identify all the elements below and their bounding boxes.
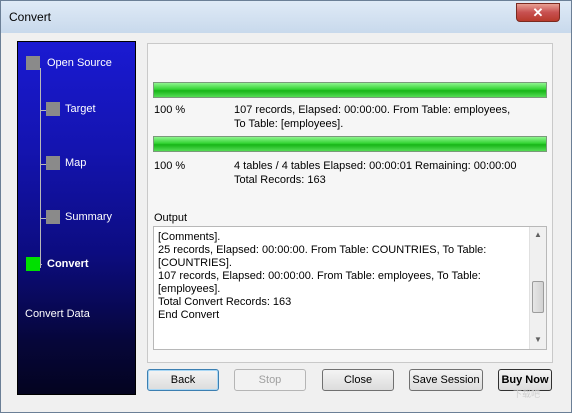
table-progress-detail-target: To Table: [employees]. — [234, 118, 344, 130]
overall-progress-detail: 4 tables / 4 tables Elapsed: 00:00:01 Re… — [234, 160, 517, 172]
step-map-label: Map — [65, 157, 87, 169]
scroll-up-icon[interactable]: ▲ — [530, 228, 546, 242]
output-line: End Convert — [158, 309, 220, 321]
output-line: [employees]. — [158, 283, 221, 295]
step-target-marker — [46, 102, 60, 116]
step-summary-label: Summary — [65, 211, 113, 223]
output-label: Output — [154, 212, 188, 224]
tree-connector-branch — [40, 264, 42, 265]
scroll-thumb[interactable] — [532, 281, 544, 313]
output-line: 25 records, Elapsed: 00:00:00. From Tabl… — [158, 244, 487, 256]
scroll-down-icon[interactable]: ▼ — [530, 333, 546, 347]
title-bar[interactable]: Convert ✕ — [1, 1, 571, 33]
overall-progress-percent: 100 % — [154, 160, 186, 172]
step-open-source-label: Open Source — [47, 57, 112, 69]
save-session-button[interactable]: Save Session — [409, 369, 483, 391]
output-line: [Comments]. — [158, 231, 221, 243]
output-log[interactable]: [Comments]. 25 records, Elapsed: 00:00:0… — [153, 226, 547, 350]
close-window-button[interactable]: ✕ — [516, 3, 560, 22]
output-line: [COUNTRIES]. — [158, 257, 232, 269]
step-map-marker — [46, 156, 60, 170]
table-progress-detail: 107 records, Elapsed: 00:00:00. From Tab… — [234, 104, 511, 116]
convert-dialog: Convert ✕ Open Source Target Map Summary… — [0, 0, 572, 413]
overall-progress-bar — [153, 136, 547, 152]
step-open-source-marker — [26, 56, 40, 70]
watermark: 下载吧 — [513, 390, 541, 400]
output-scrollbar[interactable]: ▲ ▼ — [529, 227, 546, 349]
output-line: 107 records, Elapsed: 00:00:00. From Tab… — [158, 270, 481, 282]
step-convert-marker — [26, 257, 40, 271]
output-log-text: [Comments]. 25 records, Elapsed: 00:00:0… — [158, 231, 526, 322]
wizard-steps-sidebar: Open Source Target Map Summary Convert C… — [17, 41, 136, 395]
window-title: Convert — [9, 10, 52, 24]
step-summary-marker — [46, 210, 60, 224]
close-button[interactable]: Close — [322, 369, 394, 391]
table-progress-bar — [153, 82, 547, 98]
table-progress-percent: 100 % — [154, 104, 186, 116]
output-line: Total Convert Records: 163 — [158, 296, 292, 308]
step-target-label: Target — [65, 103, 96, 115]
tree-connector-vertical — [40, 68, 41, 268]
overall-total-records: Total Records: 163 — [234, 174, 326, 186]
back-button[interactable]: Back — [147, 369, 219, 391]
conversion-progress-panel: 100 % 107 records, Elapsed: 00:00:00. Fr… — [147, 43, 553, 363]
dialog-client-area: Open Source Target Map Summary Convert C… — [7, 33, 565, 407]
close-icon: ✕ — [532, 5, 544, 20]
step-convert-label: Convert — [47, 258, 89, 270]
stop-button[interactable]: Stop — [234, 369, 306, 391]
sidebar-footer-label: Convert Data — [25, 308, 90, 320]
